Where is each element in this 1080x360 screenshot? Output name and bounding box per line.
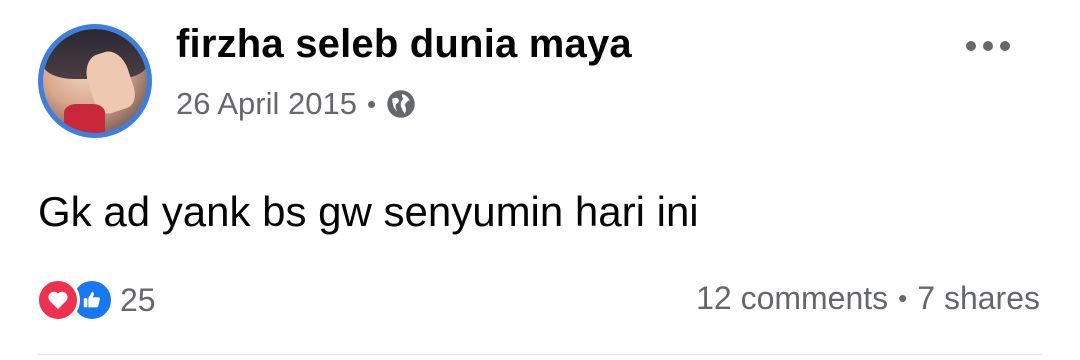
post-date[interactable]: 26 April 2015 — [176, 86, 357, 122]
comments-count[interactable]: 12 comments — [696, 280, 888, 317]
author-avatar[interactable] — [38, 24, 152, 138]
shares-count[interactable]: 7 shares — [917, 280, 1040, 317]
avatar-photo — [43, 29, 147, 133]
more-options-button[interactable] — [958, 30, 1018, 62]
meta-separator: • — [366, 88, 377, 119]
author-name[interactable]: firzha seleb dunia maya — [176, 22, 632, 67]
post-meta: 26 April 2015 • — [176, 86, 416, 122]
more-dot-icon — [1000, 41, 1010, 51]
stats-separator: • — [898, 283, 908, 313]
more-dot-icon — [983, 41, 993, 51]
reactions-summary[interactable]: 25 — [36, 278, 156, 322]
more-dot-icon — [966, 41, 976, 51]
engagement-stats: 12 comments • 7 shares — [696, 280, 1040, 317]
globe-icon[interactable] — [386, 89, 416, 119]
facebook-post: firzha seleb dunia maya 26 April 2015 • … — [0, 0, 1080, 360]
love-icon — [36, 278, 80, 322]
post-text: Gk ad yank bs gw senyumin hari ini — [38, 188, 699, 235]
reaction-count: 25 — [120, 281, 156, 318]
divider — [38, 354, 1042, 355]
